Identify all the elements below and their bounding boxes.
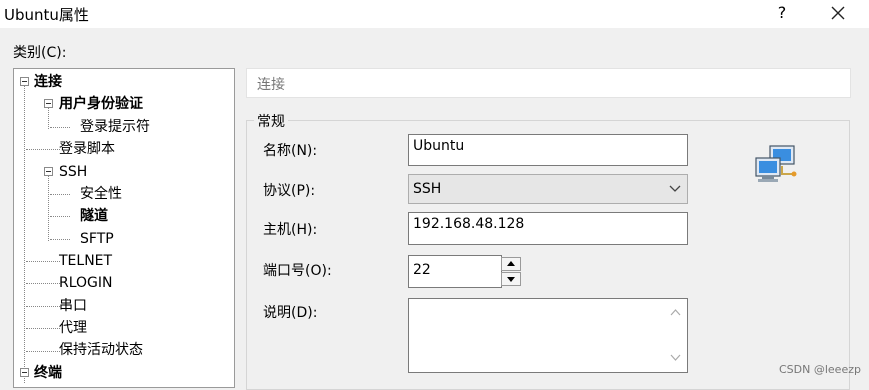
scroll-arrows-icon (670, 309, 681, 361)
category-label: 类别(C): (13, 45, 67, 61)
chevron-down-icon (669, 185, 681, 192)
close-icon (831, 6, 845, 20)
tree-connector (50, 216, 70, 217)
question-icon: ? (777, 3, 787, 22)
name-label: 名称(N): (263, 143, 318, 159)
tree-item-rlogin[interactable]: RLOGIN (59, 274, 113, 292)
name-input[interactable]: Ubuntu (408, 134, 688, 166)
tree-item-user-auth[interactable]: 用户身份验证 (59, 95, 143, 113)
tree-connector (24, 83, 25, 383)
description-scrollbar[interactable] (665, 301, 686, 369)
tree-connector (48, 105, 49, 129)
tree-connector (26, 351, 60, 352)
tree-item-keep-alive[interactable]: 保持活动状态 (59, 341, 143, 359)
tree-item-serial[interactable]: 串口 (59, 297, 87, 315)
panel-header: 连接 (246, 68, 851, 98)
collapse-icon[interactable] (20, 77, 29, 86)
tree-item-ssh[interactable]: SSH (59, 163, 87, 181)
collapse-icon[interactable] (20, 368, 29, 377)
tree-item-tunneling[interactable]: 隧道 (80, 207, 108, 225)
tree-connector (26, 306, 60, 307)
tree-item-login-prompts[interactable]: 登录提示符 (80, 118, 150, 136)
tree-item-sftp[interactable]: SFTP (80, 230, 114, 248)
arrow-down-icon (507, 277, 515, 282)
help-button[interactable]: ? (770, 2, 794, 24)
panel-header-title: 连接 (257, 77, 285, 93)
tree-item-telnet[interactable]: TELNET (59, 252, 112, 270)
tree-connector (26, 261, 60, 262)
description-textarea[interactable] (408, 298, 688, 373)
window-title: Ubuntu属性 (4, 6, 89, 24)
tree-item-proxy[interactable]: 代理 (59, 319, 87, 337)
port-spin-down-button[interactable] (501, 272, 521, 286)
port-spin-up-button[interactable] (501, 257, 521, 271)
tree-connector (26, 328, 60, 329)
close-button[interactable] (826, 1, 850, 25)
port-label: 端口号(O): (263, 263, 332, 279)
host-label: 主机(H): (263, 222, 318, 238)
protocol-select[interactable]: SSH (408, 174, 688, 204)
watermark: CSDN @leeezp (779, 363, 861, 376)
host-input-value: 192.168.48.128 (413, 216, 525, 232)
name-input-value: Ubuntu (413, 138, 465, 154)
protocol-select-value: SSH (413, 181, 442, 197)
tree-connector (50, 194, 70, 195)
port-input-value: 22 (413, 262, 431, 278)
host-input[interactable]: 192.168.48.128 (408, 212, 688, 245)
description-label: 说明(D): (263, 305, 318, 321)
tree-connector (26, 283, 60, 284)
tree-connector (48, 175, 49, 241)
collapse-icon[interactable] (44, 99, 53, 108)
tree-item-login-scripts[interactable]: 登录脚本 (59, 140, 115, 158)
protocol-label: 协议(P): (263, 183, 316, 199)
port-input[interactable]: 22 (408, 255, 502, 288)
network-computers-icon (752, 144, 800, 188)
collapse-icon[interactable] (44, 167, 53, 176)
tree-item-security[interactable]: 安全性 (80, 185, 122, 203)
tree-item-connection[interactable]: 连接 (34, 73, 62, 91)
group-title: 常规 (254, 111, 288, 131)
title-bar (0, 0, 869, 28)
tree-connector (50, 239, 70, 240)
arrow-up-icon (507, 261, 515, 266)
tree-connector (50, 127, 70, 128)
category-tree[interactable]: 连接 用户身份验证 登录提示符 登录脚本 SSH 安全性 隧道 SFTP TEL… (13, 68, 235, 388)
tree-item-terminal[interactable]: 终端 (34, 364, 62, 382)
tree-connector (26, 149, 60, 150)
